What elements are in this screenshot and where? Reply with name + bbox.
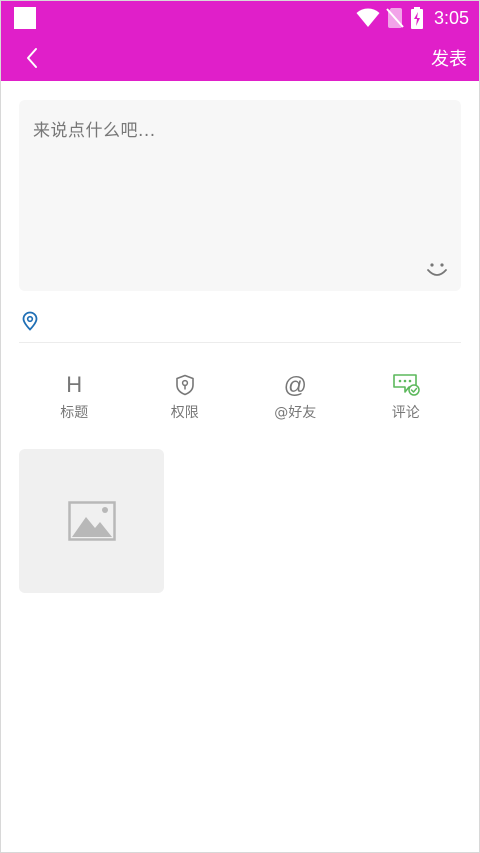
tool-label: 评论: [391, 405, 420, 421]
chevron-left-icon: [27, 48, 37, 68]
wifi-icon: [356, 8, 380, 27]
post-text-input[interactable]: [33, 116, 443, 256]
add-image-button[interactable]: [19, 449, 164, 593]
app-bar: 发表: [1, 35, 479, 81]
status-time: 3:05: [433, 7, 469, 28]
battery-charging-icon: [410, 7, 423, 29]
tool-mention[interactable]: @ @好友: [240, 361, 351, 431]
notification-square-icon: [14, 7, 36, 29]
heading-icon: H: [66, 372, 83, 397]
tool-permission[interactable]: 权限: [130, 361, 241, 431]
mention-icon: @: [283, 372, 307, 398]
status-icons: 3:05: [356, 5, 469, 31]
tool-label: 权限: [170, 405, 199, 421]
shield-lock-icon: [175, 373, 195, 397]
image-placeholder-icon: [67, 501, 116, 541]
back-button[interactable]: [17, 43, 47, 73]
emoji-button[interactable]: [425, 257, 449, 281]
tool-label: @好友: [274, 405, 317, 421]
tool-title[interactable]: H 标题: [19, 361, 130, 431]
comment-enabled-icon: [392, 373, 420, 397]
status-bar: 3:05: [1, 1, 479, 35]
no-sim-icon: [386, 8, 404, 28]
tool-label: 标题: [60, 405, 89, 421]
location-button[interactable]: [21, 311, 39, 331]
location-pin-icon: [22, 311, 38, 331]
smiley-icon: [427, 263, 447, 276]
post-toolbar: H 标题 权限 @ @好友 评论: [19, 361, 461, 431]
publish-button[interactable]: 发表: [431, 45, 467, 71]
divider: [19, 342, 461, 343]
post-editor: [19, 100, 461, 291]
tool-comment[interactable]: 评论: [351, 361, 462, 431]
